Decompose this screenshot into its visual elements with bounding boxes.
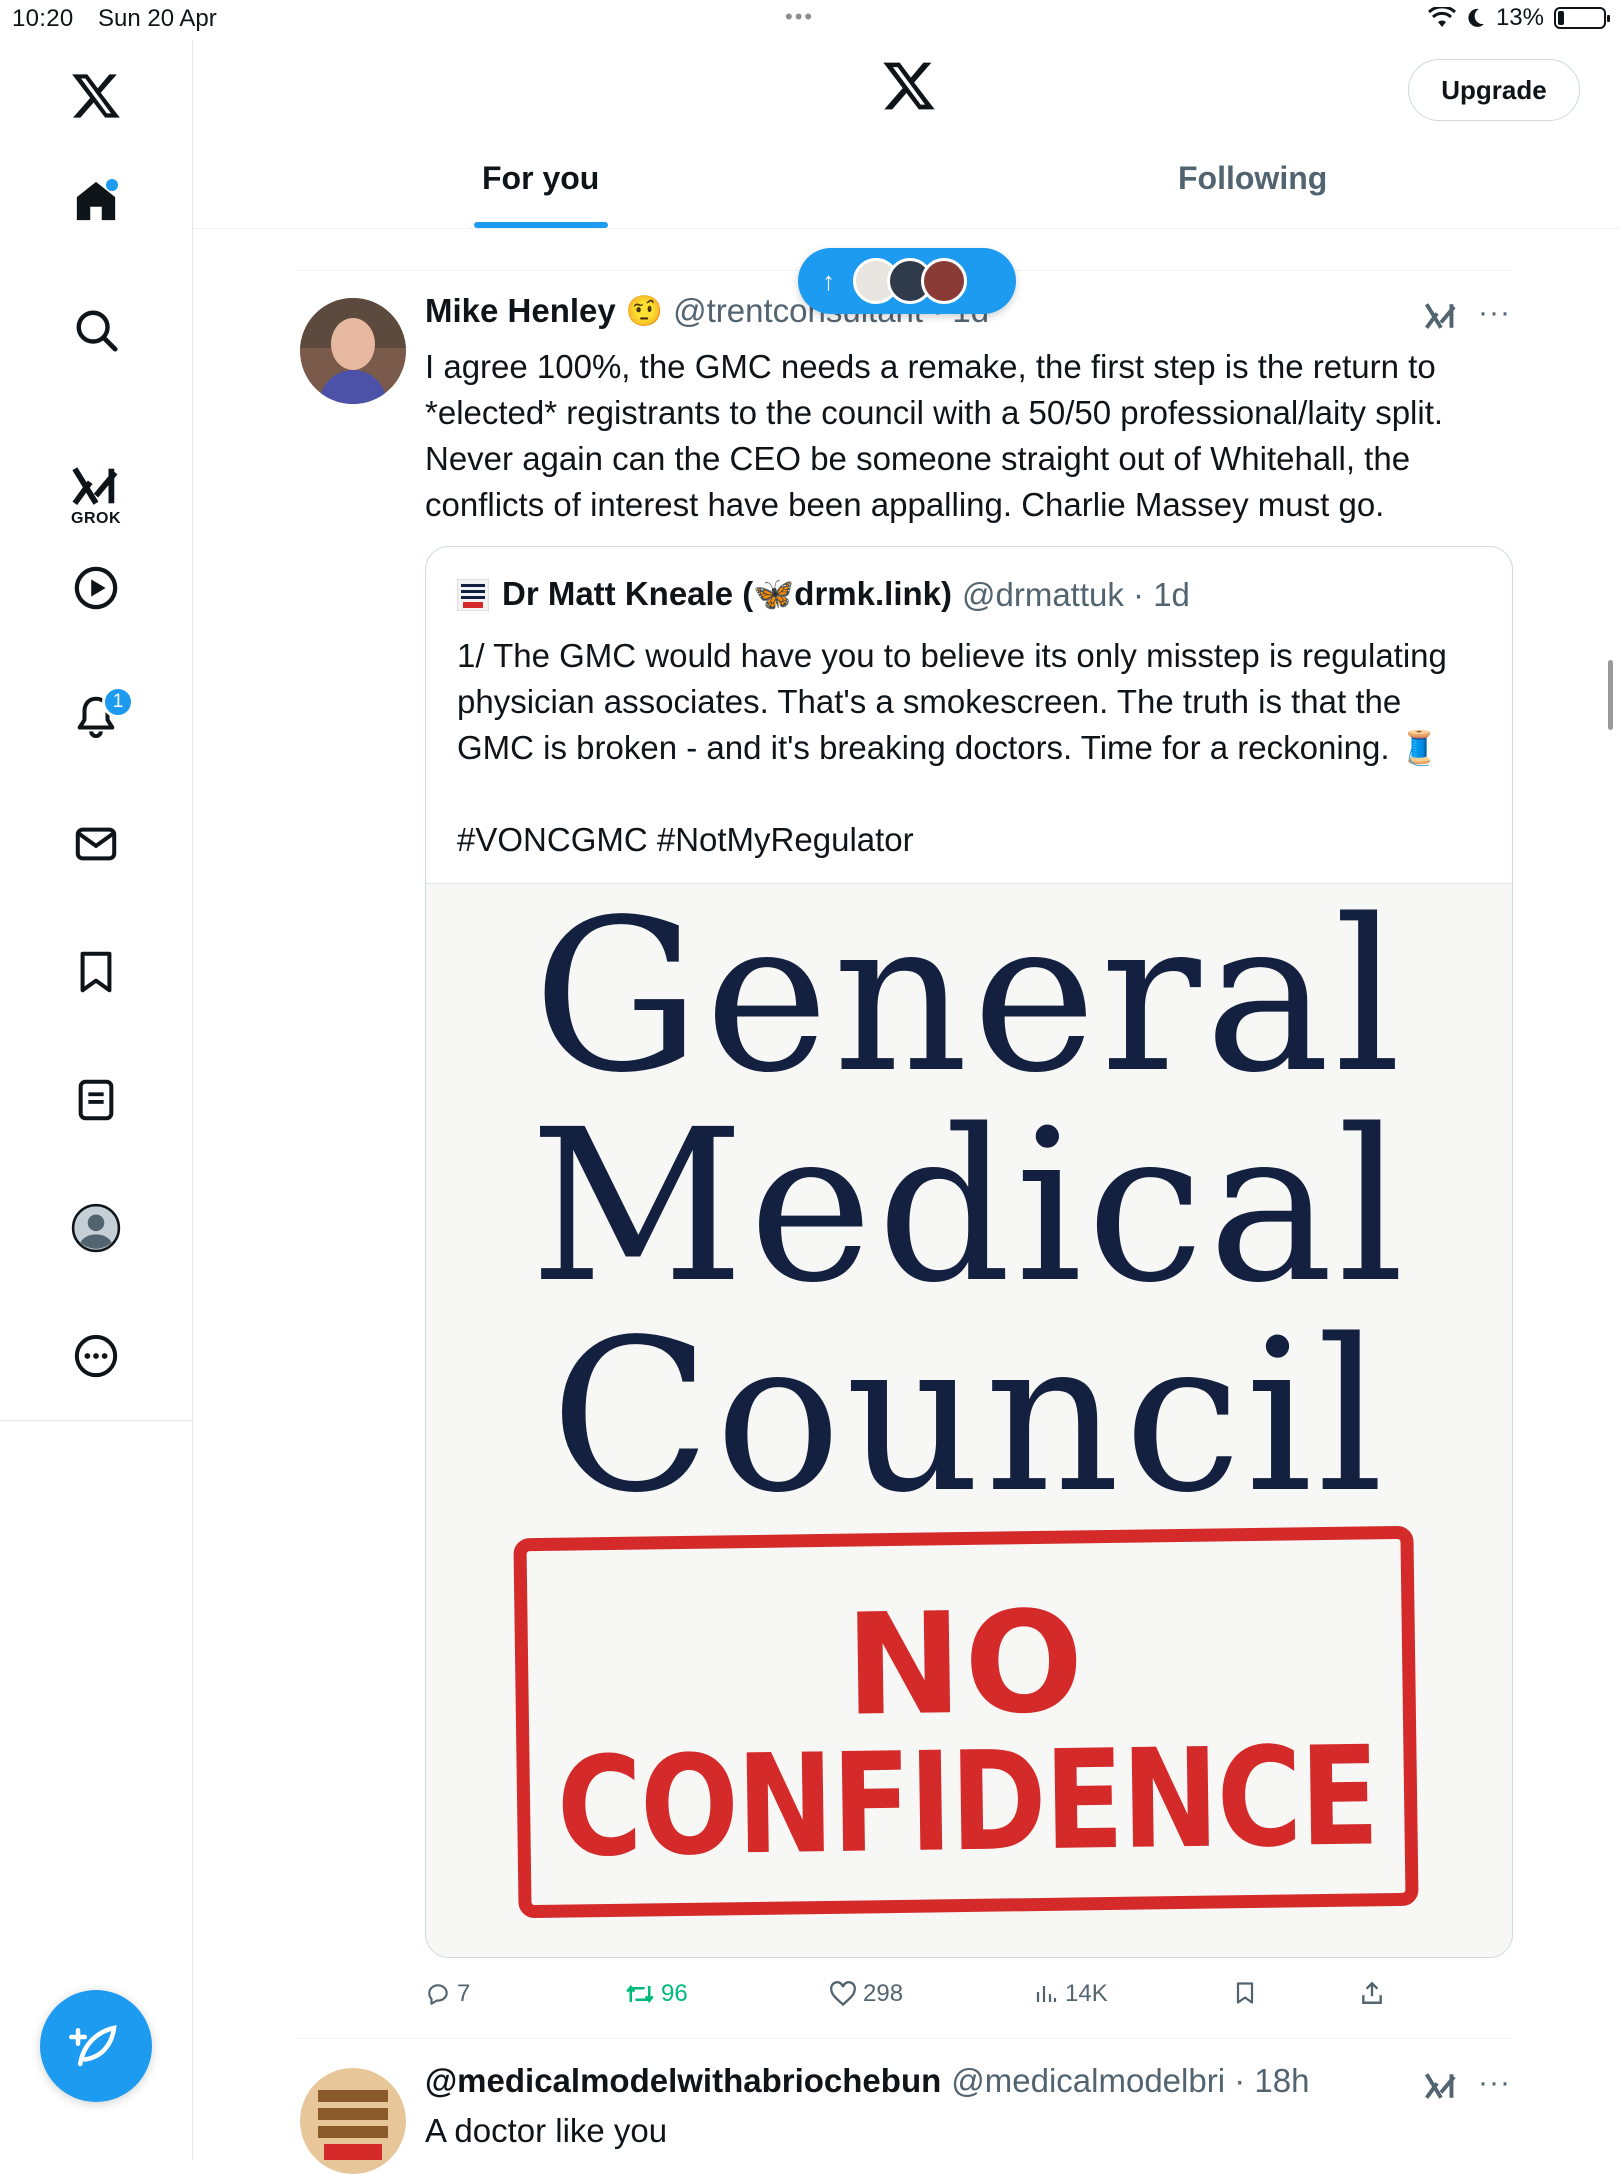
views-count: 14K xyxy=(1065,1980,1108,2007)
grok-label: GROK xyxy=(71,510,121,527)
bookmark-button[interactable] xyxy=(1233,1980,1257,2006)
like-count: 298 xyxy=(863,1980,904,2007)
wifi-icon xyxy=(1427,7,1456,27)
grok-explain-icon[interactable] xyxy=(1424,300,1458,337)
sidebar-item-profile[interactable] xyxy=(46,1192,146,1264)
sidebar-item-notifications[interactable]: 1 xyxy=(46,680,146,752)
timeline-header xyxy=(193,40,1620,229)
stamp-text-confidence: CONFIDENCE xyxy=(555,1717,1379,1888)
quote-text: 1/ The GMC would have you to believe its… xyxy=(457,633,1477,863)
reply-button[interactable]: 7 xyxy=(425,1980,470,2008)
sidebar: GROK 1 xyxy=(0,40,193,1420)
notifications-badge: 1 xyxy=(102,686,134,718)
quote-author-handle[interactable]: @drmattuk · 1d xyxy=(962,576,1190,614)
list-icon xyxy=(78,1079,114,1121)
tweet-text: I agree 100%, the GMC needs a remake, th… xyxy=(425,348,1444,523)
heart-icon xyxy=(830,1981,856,2007)
status-date: Sun 20 Apr xyxy=(98,5,217,32)
active-tab-indicator xyxy=(474,222,608,228)
battery-percent: 13% xyxy=(1495,4,1544,31)
quote-hashtags[interactable]: #VONCGMC #NotMyRegulator xyxy=(457,817,1477,863)
moon-icon xyxy=(1468,8,1484,27)
sidebar-item-more[interactable] xyxy=(46,1320,146,1392)
sidebar-item-bookmarks[interactable] xyxy=(46,936,146,1008)
next-tweet-author-handle[interactable]: @medicalmodelbri · 18h xyxy=(951,2062,1309,2100)
sidebar-item-lists[interactable] xyxy=(46,1064,146,1136)
tweet-divider xyxy=(298,2038,1512,2039)
tweet-author-name[interactable]: Mike Henley xyxy=(425,292,616,330)
sidebar-item-video[interactable] xyxy=(46,552,146,624)
compose-button[interactable] xyxy=(40,1990,152,2102)
profile-icon xyxy=(71,1203,121,1253)
next-tweet-author-row: @medicalmodelwithabriochebun @medicalmod… xyxy=(425,2062,1309,2100)
views-button[interactable]: 14K xyxy=(1033,1980,1108,2008)
grok-icon xyxy=(72,467,118,506)
sidebar-divider xyxy=(0,1420,192,1421)
like-button[interactable]: 298 xyxy=(829,1980,903,2008)
grok-explain-icon[interactable] xyxy=(1424,2070,1458,2107)
image-text-medical: Medical xyxy=(529,1084,1409,1329)
tab-for-you[interactable]: For you xyxy=(482,160,599,197)
bookmark-icon xyxy=(1236,1982,1254,2004)
compose-feather-icon xyxy=(69,2025,117,2067)
quote-media-image[interactable]: General Medical Council NO CONFIDENCE xyxy=(426,874,1512,1957)
x-logo-icon[interactable] xyxy=(46,60,146,132)
multitasking-dots-icon[interactable]: ••• xyxy=(785,4,814,30)
status-indicators: 13% xyxy=(1427,4,1610,32)
new-posts-pill[interactable]: ↑ xyxy=(798,248,1016,314)
bookmark-icon xyxy=(80,951,112,993)
upgrade-button[interactable]: Upgrade xyxy=(1408,59,1580,121)
tweet-more-icon[interactable]: ··· xyxy=(1478,296,1511,330)
quote-avatar xyxy=(456,578,490,616)
next-tweet-text: A doctor like you xyxy=(425,2112,668,2149)
tweet-more-icon[interactable]: ··· xyxy=(1478,2066,1511,2100)
reply-icon xyxy=(428,1984,448,2005)
avatar[interactable] xyxy=(300,298,406,404)
reply-count: 7 xyxy=(457,1980,471,2007)
image-text-general: General xyxy=(532,874,1406,1119)
tab-following[interactable]: Following xyxy=(1178,160,1327,197)
image-text-council: Council xyxy=(550,1294,1388,1539)
share-button[interactable] xyxy=(1359,1980,1385,2006)
views-icon xyxy=(1036,1986,1057,2002)
repost-count: 96 xyxy=(661,1980,688,2007)
repost-button[interactable]: 96 xyxy=(625,1980,688,2008)
next-tweet-author-name[interactable]: @medicalmodelwithabriochebun xyxy=(425,2062,941,2100)
sidebar-rail xyxy=(192,1420,193,2160)
mail-icon xyxy=(75,827,117,861)
no-confidence-stamp: NO CONFIDENCE xyxy=(513,1525,1419,1919)
scrollbar[interactable] xyxy=(1608,660,1613,730)
quote-author-name[interactable]: Dr Matt Kneale (🦋drmk.link) xyxy=(502,575,952,614)
x-logo-header-icon[interactable] xyxy=(881,60,937,117)
status-time: 10:20 xyxy=(12,5,74,32)
avatar[interactable] xyxy=(300,2068,406,2174)
quote-author-row: Dr Matt Kneale (🦋drmk.link) @drmattuk · … xyxy=(502,575,1190,614)
sidebar-item-explore[interactable] xyxy=(46,294,146,366)
share-icon xyxy=(1362,1981,1382,2004)
play-icon xyxy=(74,566,118,610)
arrow-up-icon: ↑ xyxy=(822,265,835,296)
tweet-actions: 7 96 298 14K xyxy=(425,1980,1525,2020)
sidebar-item-messages[interactable] xyxy=(46,808,146,880)
sidebar-item-home[interactable] xyxy=(46,165,146,237)
quoted-tweet[interactable]: Dr Matt Kneale (🦋drmk.link) @drmattuk · … xyxy=(425,546,1513,1958)
sidebar-item-grok[interactable]: GROK xyxy=(46,460,146,532)
quote-body: 1/ The GMC would have you to believe its… xyxy=(457,637,1447,766)
pill-avatar xyxy=(921,258,967,304)
search-icon xyxy=(76,310,118,352)
repost-icon xyxy=(626,1984,654,2004)
home-new-dot xyxy=(106,179,118,191)
battery-icon xyxy=(1554,7,1610,29)
more-icon xyxy=(74,1334,118,1378)
author-emoji: 🤨 xyxy=(625,294,664,328)
